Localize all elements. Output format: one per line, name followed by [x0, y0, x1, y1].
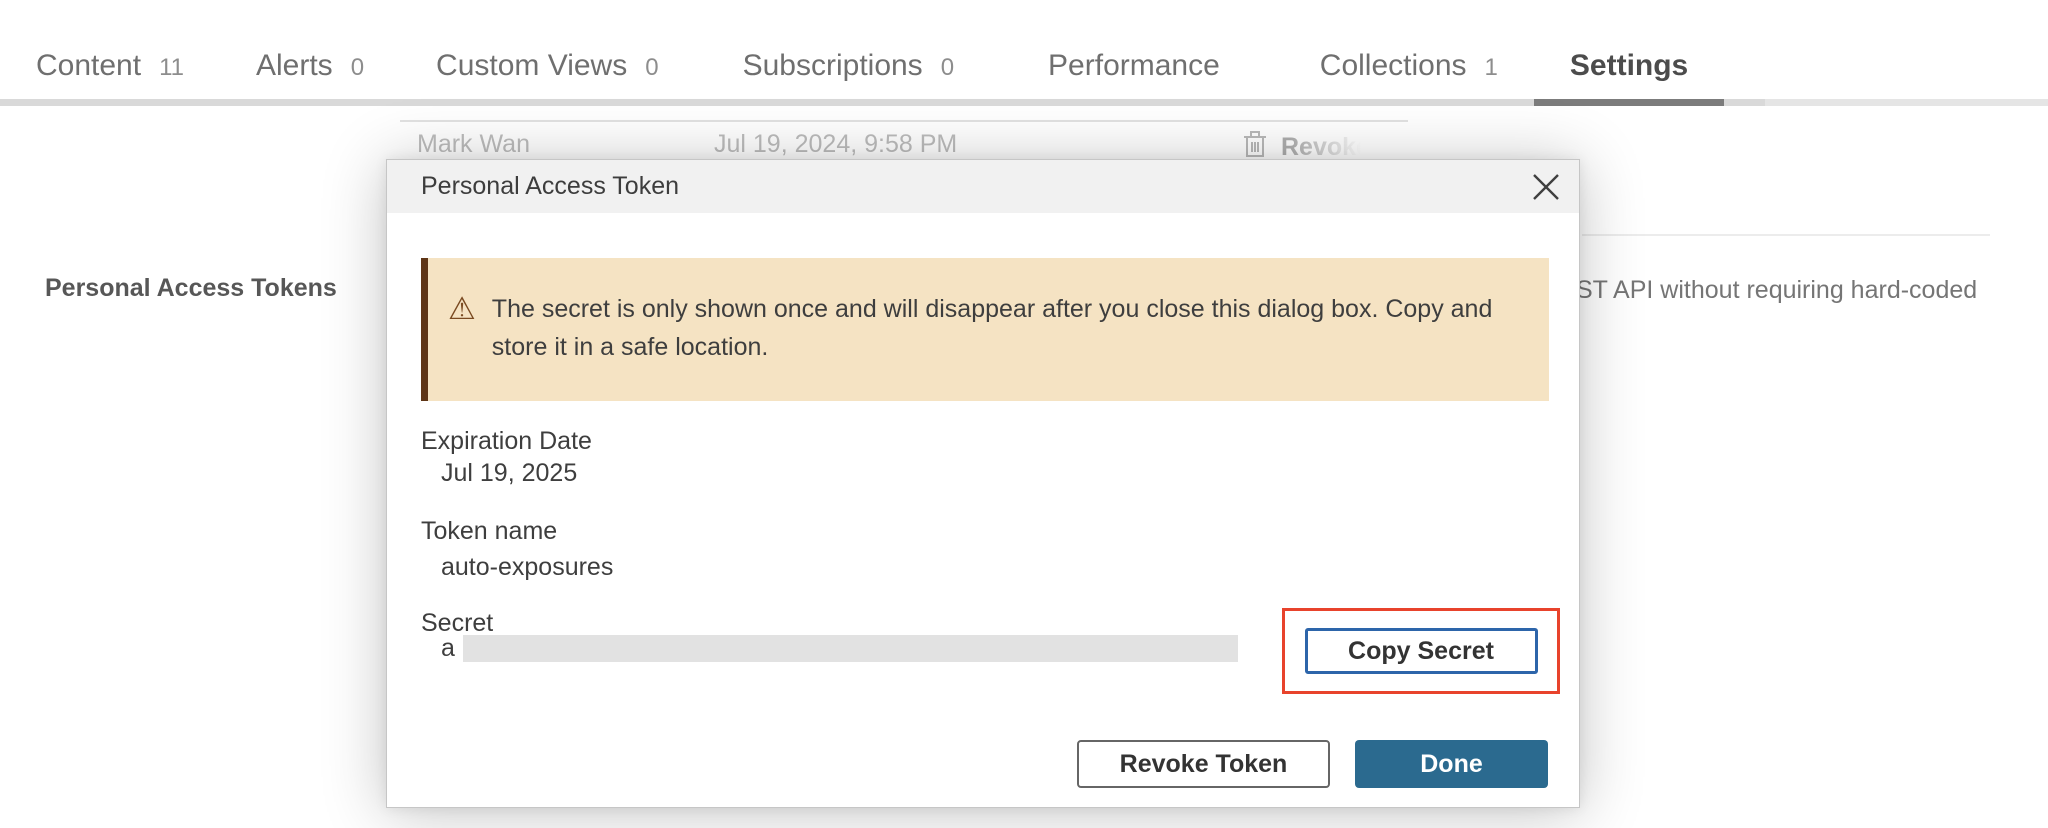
revoke-link-label: Revoke	[1281, 133, 1370, 162]
tab-performance[interactable]: Performance	[1012, 49, 1256, 99]
page: Mark Wan Jul 19, 2024, 9:58 PM	[0, 0, 2048, 828]
token-name-value: auto-exposures	[441, 553, 613, 582]
tab-bar: Content 11 Alerts 0 Custom Views 0 Subsc…	[0, 0, 2048, 106]
token-name-label: Token name	[421, 517, 557, 546]
done-button[interactable]: Done	[1355, 740, 1548, 788]
secret-redacted-bar	[463, 635, 1238, 662]
tab-count-badge: 0	[351, 54, 364, 82]
tab-label: Content	[36, 49, 141, 83]
close-icon[interactable]	[1527, 168, 1565, 206]
section-title: Personal Access Tokens	[45, 274, 337, 303]
tab-label: Performance	[1048, 49, 1220, 83]
tab-bar-divider	[1765, 99, 2048, 106]
tab-count-badge: 0	[941, 54, 954, 82]
token-timestamp: Jul 19, 2024, 9:58 PM	[714, 130, 957, 159]
dialog-title: Personal Access Token	[421, 172, 679, 201]
warning-icon: ⚠	[448, 290, 476, 328]
secret-visible-char: a	[441, 634, 455, 663]
dialog-header: Personal Access Token	[387, 160, 1579, 213]
secret-warning-banner: ⚠ The secret is only shown once and will…	[421, 258, 1549, 401]
personal-access-token-dialog: Personal Access Token ⚠ The secret is on…	[386, 159, 1580, 808]
warning-message: The secret is only shown once and will d…	[492, 290, 1501, 366]
annotation-highlight: Copy Secret	[1282, 608, 1560, 694]
revoke-token-button[interactable]: Revoke Token	[1077, 740, 1330, 788]
table-divider	[400, 120, 1408, 122]
tab-label: Collections	[1320, 49, 1467, 83]
tab-count-badge: 11	[159, 54, 184, 82]
section-divider	[1582, 234, 1990, 236]
secret-value-row: a	[441, 634, 1238, 663]
expiration-date-label: Expiration Date	[421, 427, 592, 456]
tab-label: Custom Views	[436, 49, 627, 83]
tab-count-badge: 1	[1485, 54, 1498, 82]
tab-label: Alerts	[256, 49, 333, 83]
tab-settings[interactable]: Settings	[1534, 49, 1724, 99]
tab-label: Subscriptions	[743, 49, 923, 83]
tab-custom-views[interactable]: Custom Views 0	[400, 49, 695, 99]
tab-alerts[interactable]: Alerts 0	[220, 49, 400, 99]
tab-collections[interactable]: Collections 1	[1284, 49, 1534, 99]
expiration-date-value: Jul 19, 2025	[441, 459, 577, 488]
section-description-fragment: ST API without requiring hard-coded	[1576, 276, 1977, 305]
tab-label: Settings	[1570, 49, 1688, 83]
token-owner: Mark Wan	[417, 130, 530, 159]
tab-content[interactable]: Content 11	[0, 49, 220, 99]
copy-secret-button[interactable]: Copy Secret	[1305, 628, 1538, 674]
table-row: Mark Wan Jul 19, 2024, 9:58 PM	[0, 130, 2048, 160]
tab-count-badge: 0	[645, 54, 658, 82]
tab-subscriptions[interactable]: Subscriptions 0	[707, 49, 990, 99]
